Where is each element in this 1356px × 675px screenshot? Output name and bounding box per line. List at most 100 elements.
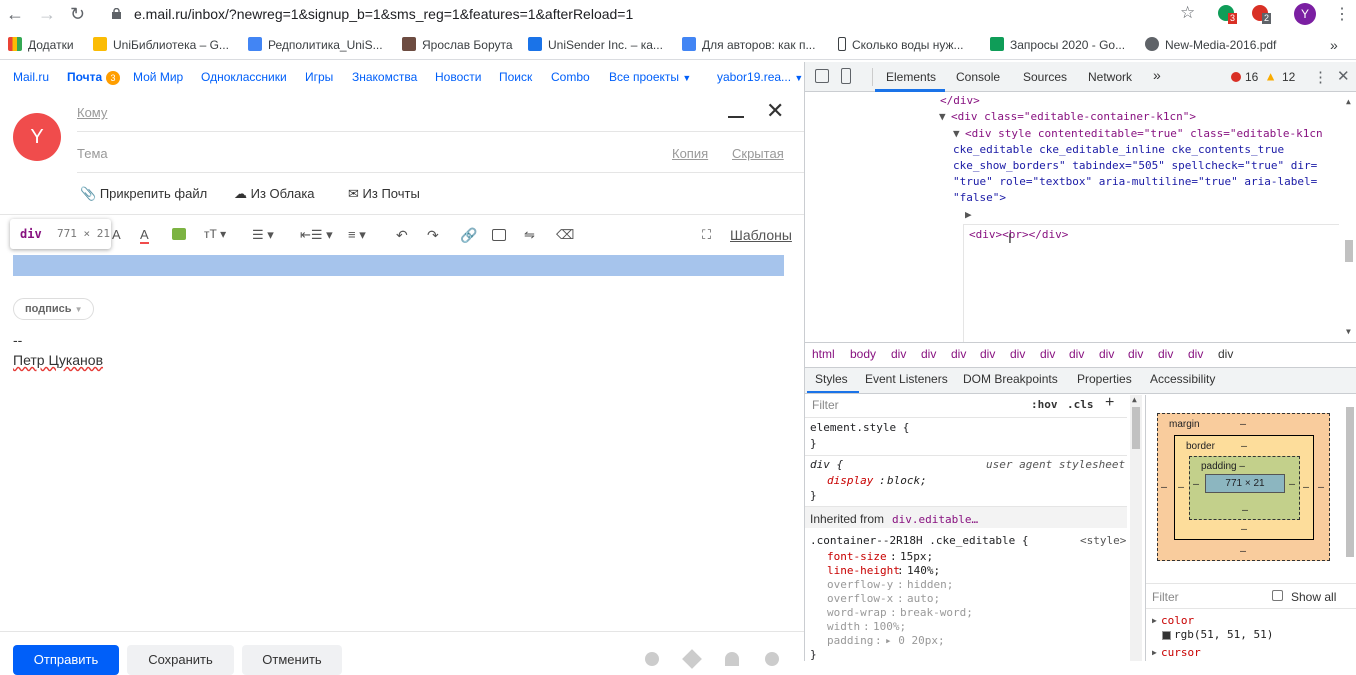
notify-icon[interactable]	[725, 652, 739, 666]
list-icon[interactable]: ≡ ▾	[348, 227, 366, 243]
subject-field[interactable]: Тема	[77, 146, 108, 161]
show-all-checkbox[interactable]	[1272, 590, 1283, 601]
templates-icon[interactable]: ⛶	[702, 227, 711, 243]
reminder-icon[interactable]	[682, 649, 702, 669]
inspect-element-icon[interactable]	[815, 69, 829, 83]
subtab-styles[interactable]: Styles	[815, 372, 848, 386]
font-icon[interactable]: A	[112, 227, 121, 242]
font-size-icon[interactable]: тТ ▾	[204, 227, 226, 241]
nav-games[interactable]: Игры	[305, 70, 333, 84]
align-icon[interactable]: ☰ ▾	[252, 227, 274, 243]
dom-line[interactable]: "true" role="textbox" aria-multiline="tr…	[953, 174, 1317, 190]
nav-search[interactable]: Поиск	[499, 70, 532, 84]
breadcrumb-item[interactable]: div	[1099, 347, 1114, 361]
css-prop[interactable]: display	[827, 473, 873, 489]
breadcrumb-item-current[interactable]: div	[1218, 347, 1233, 361]
dom-line[interactable]: "false">	[953, 190, 1006, 206]
breadcrumb-item[interactable]: div	[1128, 347, 1143, 361]
redo-icon[interactable]: ↷	[427, 227, 439, 244]
minimize-icon[interactable]	[728, 116, 744, 118]
breadcrumb-item[interactable]: div	[1188, 347, 1203, 361]
add-rule-icon[interactable]: +	[1105, 394, 1114, 412]
element-style-rule[interactable]: element.style {	[810, 420, 909, 436]
tab-network[interactable]: Network	[1088, 70, 1132, 84]
subtab-dom-breakpoints[interactable]: DOM Breakpoints	[963, 372, 1058, 386]
nav-dating[interactable]: Знакомства	[352, 70, 417, 84]
url-text[interactable]: e.mail.ru/inbox/?newreg=1&signup_b=1&sms…	[134, 4, 633, 24]
expand-arrow-icon[interactable]: ▶	[965, 207, 972, 223]
lock-icon[interactable]	[112, 8, 121, 19]
dom-line[interactable]: cke_show_borders" tabindex="505" spellch…	[953, 158, 1317, 174]
nav-news[interactable]: Новости	[435, 70, 481, 84]
breadcrumb-item[interactable]: div	[891, 347, 906, 361]
scrollbar-thumb[interactable]	[1346, 407, 1354, 557]
bookmark-item[interactable]: Запросы 2020 - Go...	[990, 36, 1125, 54]
profile-avatar[interactable]: Y	[1294, 3, 1316, 25]
container-rule[interactable]: .container--2R18H .cke_editable {	[810, 533, 1029, 549]
dom-line[interactable]: <div style contenteditable="true" class=…	[965, 126, 1323, 142]
device-toolbar-icon[interactable]	[841, 68, 851, 84]
expand-arrow-icon[interactable]: ▼	[939, 109, 946, 125]
to-field[interactable]: Кому	[77, 105, 107, 120]
style-source-link[interactable]: <style>	[1080, 533, 1126, 549]
from-mail-button[interactable]: ✉ Из Почты	[348, 186, 420, 202]
nav-combo[interactable]: Combo	[551, 70, 590, 84]
scrollbar-thumb[interactable]	[1345, 240, 1353, 262]
expand-arrow-icon[interactable]: ▶	[1152, 645, 1157, 661]
tab-elements[interactable]: Elements	[886, 70, 936, 84]
scrollbar-thumb[interactable]	[1132, 407, 1140, 449]
computed-prop[interactable]: cursor	[1161, 645, 1201, 661]
subtab-properties[interactable]: Properties	[1077, 372, 1132, 386]
breadcrumb-item[interactable]: html	[812, 347, 835, 361]
error-count[interactable]: 16	[1245, 70, 1258, 84]
eraser-icon[interactable]: ⌫	[556, 227, 574, 243]
attach-file-button[interactable]: 📎 Прикрепить файл	[80, 186, 207, 202]
scroll-down-icon[interactable]: ▼	[1346, 327, 1351, 336]
breadcrumb-item[interactable]: div	[980, 347, 995, 361]
nav-mail[interactable]: Почта	[67, 70, 102, 84]
breadcrumb-item[interactable]: div	[921, 347, 936, 361]
menu-icon[interactable]: ⋮	[1334, 4, 1350, 24]
more-bookmarks-icon[interactable]: »	[1330, 36, 1338, 54]
bcc-link[interactable]: Скрытая	[732, 146, 784, 161]
devtools-close-icon[interactable]: ✕	[1337, 67, 1350, 85]
schedule-icon[interactable]	[645, 652, 659, 666]
breadcrumb-item[interactable]: div	[1069, 347, 1084, 361]
scroll-up-icon[interactable]: ▲	[1346, 97, 1351, 106]
text-color-icon[interactable]: A	[140, 227, 149, 244]
editor-highlighted-line[interactable]	[13, 255, 784, 276]
send-button[interactable]: Отправить	[13, 645, 119, 675]
cc-link[interactable]: Копия	[672, 146, 708, 161]
css-val[interactable]: ▸ 0 20px;	[885, 633, 945, 649]
tab-console[interactable]: Console	[956, 70, 1000, 84]
forward-icon[interactable]: →	[38, 4, 56, 24]
reload-icon[interactable]: ↻	[70, 4, 85, 24]
cancel-button[interactable]: Отменить	[242, 645, 342, 675]
templates-link[interactable]: Шаблоны	[730, 227, 792, 243]
expand-arrow-icon[interactable]: ▼	[953, 126, 960, 142]
breadcrumb-item[interactable]: div	[1010, 347, 1025, 361]
dom-scrollbar[interactable]: ▲ ▼	[1345, 97, 1355, 337]
more-tabs-icon[interactable]: »	[1153, 67, 1161, 83]
nav-ok[interactable]: Одноклассники	[201, 70, 287, 84]
styles-filter-input[interactable]: Filter	[812, 398, 839, 412]
bookmark-item[interactable]: Редполитика_UniS...	[248, 36, 383, 54]
from-cloud-button[interactable]: ☁ Из Облака	[234, 186, 315, 202]
color-swatch[interactable]	[1162, 631, 1171, 640]
dom-line[interactable]: <div class="editable-container-k1cn">	[951, 109, 1196, 125]
subtab-accessibility[interactable]: Accessibility	[1150, 372, 1215, 386]
indent-icon[interactable]: ⇤☰ ▾	[300, 227, 333, 243]
bookmark-item[interactable]: Для авторов: как п...	[682, 36, 815, 54]
scroll-up-icon[interactable]: ▲	[1132, 395, 1137, 404]
devtools-menu-icon[interactable]: ⋮	[1313, 68, 1328, 86]
nav-all-projects[interactable]: Все проекты ▼	[609, 70, 691, 84]
css-val[interactable]: break-word;	[900, 605, 973, 621]
nav-mymir[interactable]: Мой Мир	[133, 70, 183, 84]
cls-toggle[interactable]: .cls	[1067, 398, 1094, 411]
bookmark-item[interactable]: Ярослав Борута	[402, 36, 513, 54]
computed-filter-input[interactable]: Filter	[1152, 590, 1179, 604]
save-button[interactable]: Сохранить	[127, 645, 234, 675]
breadcrumb-item[interactable]: body	[850, 347, 876, 361]
image-icon[interactable]	[492, 229, 506, 241]
link-icon[interactable]: 🔗	[460, 227, 477, 244]
